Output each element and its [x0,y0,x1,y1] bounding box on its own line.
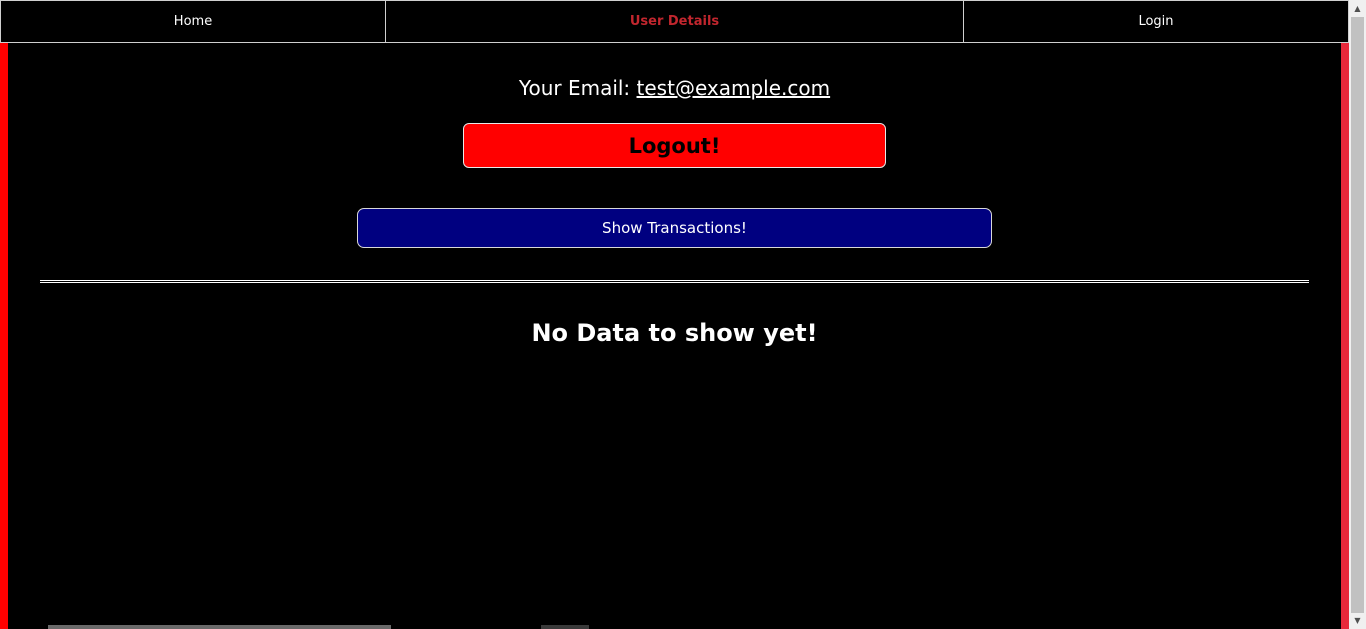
email-line: Your Email: test@example.com [0,74,1349,102]
nav-home[interactable]: Home [0,0,386,43]
divider [40,280,1309,283]
logout-button[interactable]: Logout! [463,123,886,168]
email-label: Your Email: [518,76,631,100]
no-data-message: No Data to show yet! [531,319,818,347]
horizontal-scrollbar-marker [541,625,589,629]
horizontal-scrollbar-thumb[interactable] [48,625,391,629]
scroll-up-icon[interactable]: ▲ [1349,0,1366,17]
vertical-scrollbar[interactable]: ▲ ▼ [1349,0,1366,629]
nav-user-details[interactable]: User Details [386,0,964,43]
show-transactions-button[interactable]: Show Transactions! [357,208,992,248]
vertical-scrollbar-thumb[interactable] [1351,17,1364,613]
page: Home User Details Login Your Email: test… [0,0,1349,629]
nav-login[interactable]: Login [964,0,1349,43]
scroll-down-icon[interactable]: ▼ [1349,612,1366,629]
top-nav: Home User Details Login [0,0,1349,43]
email-link[interactable]: test@example.com [637,76,831,100]
